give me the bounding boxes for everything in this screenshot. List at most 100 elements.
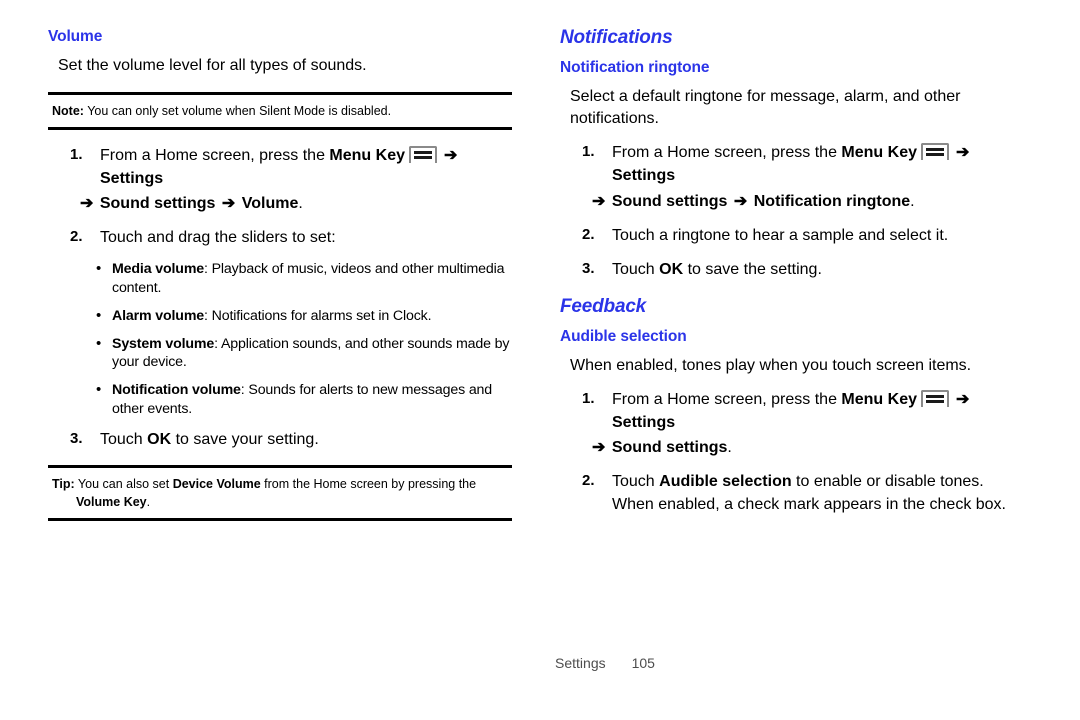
- heading-notifications: Notifications: [560, 27, 673, 48]
- arrow-icon: ➔: [592, 192, 606, 210]
- left-column: Volume Set the volume level for all type…: [48, 28, 512, 535]
- audible-selection-intro: When enabled, tones play when you touch …: [570, 356, 972, 374]
- menu-key-icon: [921, 389, 949, 407]
- tip-text-cont: Volume Key.: [48, 493, 512, 511]
- step-period: .: [298, 195, 303, 213]
- note-body: You can only set volume when Silent Mode…: [83, 103, 392, 118]
- step-continuation: ➔ Sound settings.: [590, 436, 1024, 459]
- list-item: System volume: Application sounds, and o…: [96, 334, 512, 372]
- menu-key-frame: [921, 143, 949, 161]
- step-bold-volume: Volume: [241, 195, 299, 213]
- arrow-icon: ➔: [221, 195, 236, 213]
- note-label: Note:: [52, 103, 84, 118]
- step-item: 3. Touch OK to save the setting.: [560, 258, 1024, 281]
- step-text-post: to save the setting.: [683, 260, 822, 278]
- tip-bold-device-volume: Device Volume: [172, 476, 261, 491]
- page-footer: Settings 105: [0, 655, 1080, 671]
- step-bold-sound-settings: Sound settings: [611, 438, 728, 456]
- step-period: .: [910, 192, 915, 210]
- bullet-desc: : Notifications for alarms set in Clock.: [204, 307, 432, 324]
- menu-key-bar: [926, 153, 944, 157]
- step-text-pre: Touch: [612, 260, 660, 278]
- menu-key-icon: [409, 145, 437, 163]
- heading-feedback: Feedback: [560, 296, 647, 318]
- step-bold-menu-key: Menu Key: [841, 144, 917, 162]
- step-number: 3.: [582, 259, 595, 277]
- list-item: Media volume: Playback of music, videos …: [96, 259, 512, 297]
- menu-key-frame: [921, 389, 949, 407]
- arrow-icon: ➔: [80, 195, 94, 213]
- heading-notification-ringtone: Notification ringtone: [560, 58, 710, 76]
- tip-bold-volume-key: Volume Key: [76, 494, 147, 509]
- step-item: 2. Touch and drag the sliders to set:: [48, 226, 512, 249]
- step-bold-settings: Settings: [612, 413, 676, 431]
- audible-selection-steps: 1. From a Home screen, press the Menu Key…: [560, 388, 1024, 517]
- step-item: 1. From a Home screen, press the Menu Key…: [560, 141, 1024, 213]
- footer-page-number: 105: [631, 655, 655, 671]
- arrow-icon: ➔: [444, 146, 458, 164]
- volume-bullet-list: Media volume: Playback of music, videos …: [96, 259, 512, 418]
- menu-key-bar: [926, 399, 944, 403]
- step-bold-notification-ringtone: Notification ringtone: [753, 192, 911, 210]
- step-bold-settings: Settings: [100, 169, 164, 187]
- tip-part1: You can also set: [74, 476, 173, 491]
- step-item: 3. Touch OK to save your setting.: [48, 428, 512, 451]
- tip-label: Tip:: [52, 476, 75, 491]
- menu-key-bar: [414, 155, 432, 159]
- step-bold-sound-settings: Sound settings: [99, 195, 216, 213]
- bullet-term: Notification volume: [112, 382, 241, 399]
- volume-steps: 1. From a Home screen, press the Menu Key…: [48, 144, 512, 250]
- step-continuation: ➔ Sound settings ➔ Volume.: [78, 192, 512, 215]
- manual-page: Volume Set the volume level for all type…: [0, 0, 1080, 720]
- step-number: 1.: [582, 389, 595, 407]
- tip-part3: .: [146, 494, 151, 509]
- volume-bullets-wrap: Media volume: Playback of music, videos …: [48, 259, 512, 418]
- arrow-icon: ➔: [956, 390, 970, 408]
- bullet-term: Alarm volume: [112, 307, 205, 324]
- note-text: Note: You can only set volume when Silen…: [48, 102, 512, 120]
- step-period: .: [727, 438, 732, 456]
- footer-inner: Settings 105: [555, 655, 655, 671]
- volume-steps-cont: 3. Touch OK to save your setting.: [48, 428, 512, 451]
- step-item: 1. From a Home screen, press the Menu Key…: [560, 388, 1024, 460]
- arrow-icon: ➔: [592, 438, 606, 456]
- step-bold-ok: OK: [659, 260, 684, 278]
- menu-key-bar: [414, 150, 432, 154]
- heading-audible-selection: Audible selection: [560, 327, 687, 345]
- step-number: 1.: [70, 145, 83, 163]
- right-column: Notifications Notification ringtone Sele…: [560, 27, 1024, 527]
- step-text-post: to save your setting.: [171, 430, 319, 448]
- step-text-pre: From a Home screen, press the: [612, 390, 842, 408]
- step-number: 2.: [70, 228, 83, 246]
- step-bold-audible-selection: Audible selection: [659, 473, 792, 491]
- heading-volume: Volume: [48, 28, 103, 45]
- step-text: Touch a ringtone to hear a sample and se…: [612, 226, 949, 244]
- note-callout: Note: You can only set volume when Silen…: [48, 91, 512, 130]
- menu-key-icon: [921, 143, 949, 161]
- menu-key-bar: [926, 394, 944, 398]
- notification-ringtone-steps: 1. From a Home screen, press the Menu Key…: [560, 141, 1024, 281]
- step-number: 2.: [582, 225, 595, 243]
- step-text-pre: Touch: [612, 473, 660, 491]
- step-bold-settings: Settings: [612, 167, 676, 185]
- notification-ringtone-intro: Select a default ringtone for message, a…: [570, 87, 961, 128]
- bullet-term: System volume: [112, 335, 215, 352]
- step-text: Touch and drag the sliders to set:: [100, 229, 336, 247]
- step-text-pre: From a Home screen, press the: [612, 144, 842, 162]
- step-number: 3.: [70, 429, 83, 447]
- tip-callout: Tip: You can also set Device Volume from…: [48, 464, 512, 521]
- step-text-pre: Touch: [100, 430, 148, 448]
- footer-section-label: Settings: [555, 655, 606, 671]
- step-bold-ok: OK: [147, 430, 172, 448]
- step-item: 2. Touch Audible selection to enable or d…: [560, 470, 1024, 516]
- volume-intro-text: Set the volume level for all types of so…: [58, 56, 367, 74]
- step-item: 1. From a Home screen, press the Menu Key…: [48, 144, 512, 216]
- menu-key-frame: [409, 145, 437, 163]
- step-text-pre: From a Home screen, press the: [100, 146, 330, 164]
- step-bold-menu-key: Menu Key: [841, 390, 917, 408]
- step-item: 2. Touch a ringtone to hear a sample and …: [560, 224, 1024, 247]
- step-bold-sound-settings: Sound settings: [611, 192, 728, 210]
- list-item: Alarm volume: Notifications for alarms s…: [96, 306, 512, 326]
- arrow-icon: ➔: [956, 144, 970, 162]
- step-number: 1.: [582, 143, 595, 161]
